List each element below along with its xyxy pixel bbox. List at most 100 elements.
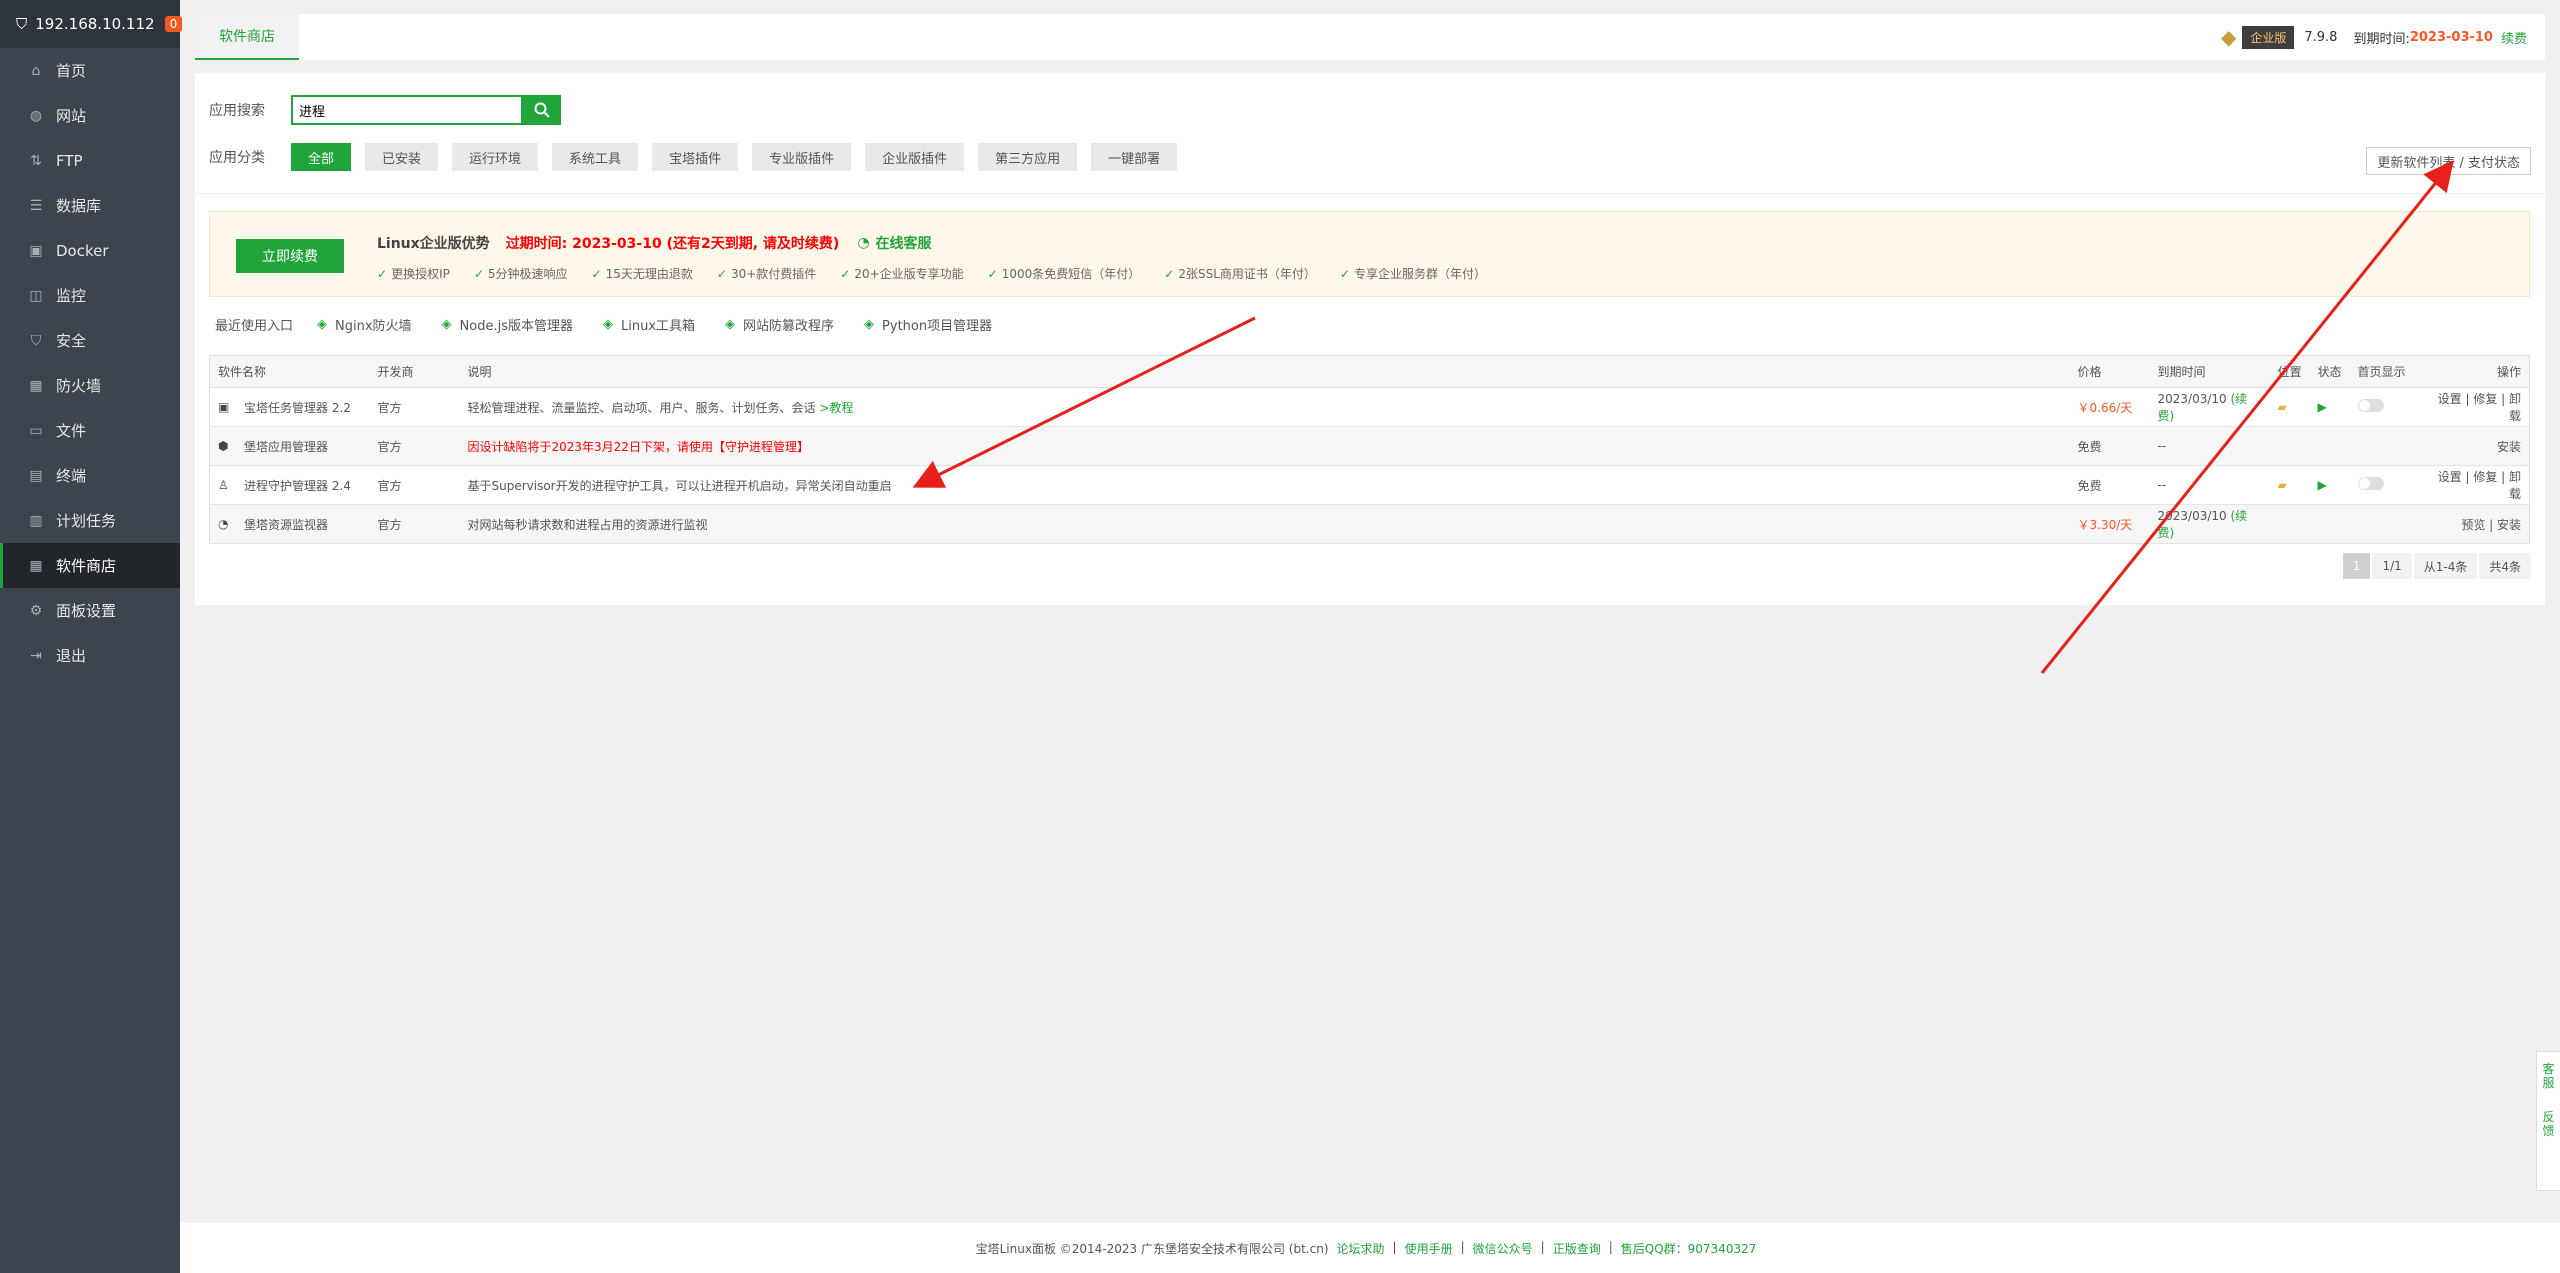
tutorial-link[interactable]: >教程 [819, 401, 853, 415]
table-row: ♙ 进程守护管理器 2.4 官方 基于Supervisor开发的进程守护工具，可以让进… [209, 465, 2530, 505]
home-icon: ⌂ [31, 62, 41, 79]
category-tab[interactable]: 运行环境 [452, 143, 539, 171]
column-header: 开发商 [369, 355, 460, 388]
sidebar-item-label: 数据库 [56, 197, 102, 215]
recent-entry[interactable]: ◈ Python项目管理器 [864, 315, 992, 334]
column-header: 软件名称 [209, 355, 370, 388]
vendor: 官方 [377, 439, 402, 454]
sidebar-item-3[interactable]: ☰ 数据库 [0, 183, 180, 228]
separator: | [1608, 1239, 1613, 1254]
software-name-cell[interactable]: ♙ 进程守护管理器 2.4 [218, 477, 362, 494]
sidebar-item-label: 防火墙 [56, 377, 102, 395]
footer-link[interactable]: 微信公众号 [1473, 1240, 1533, 1257]
row-actions[interactable]: 设置 | 修复 | 卸载 [2438, 470, 2521, 501]
search-button[interactable] [523, 95, 561, 125]
main-area: 软件商店 ◆ 企业版 7.9.8 到期时间: 2023-03-10 续费 应用搜… [180, 0, 2560, 1273]
homepage-toggle[interactable] [2357, 399, 2384, 412]
vendor: 官方 [377, 478, 402, 493]
sidebar-item-1[interactable]: ◍ 网站 [0, 93, 180, 138]
online-service-link[interactable]: 在线客服 [876, 233, 932, 253]
sidebar-item-4[interactable]: ▣ Docker [0, 228, 180, 273]
category-tab[interactable]: 专业版插件 [752, 143, 852, 171]
recent-entry-label: 网站防篡改程序 [743, 319, 835, 334]
category-tab[interactable]: 第三方应用 [978, 143, 1078, 171]
sidebar-item-10[interactable]: ▥ 计划任务 [0, 498, 180, 543]
sidebar: ⛉ 192.168.10.112 0 ⌂ 首页 ◍ 网站 ⇅ FTP ☰ 数据库 ▣ Docker… [0, 0, 183, 1273]
sidebar-item-6[interactable]: ⛉ 安全 [0, 318, 180, 363]
software-name-cell[interactable]: ⬢ 堡塔应用管理器 [218, 438, 362, 455]
category-tab[interactable]: 系统工具 [552, 143, 639, 171]
promo-feature: 2张SSL商用证书（年付） [1164, 265, 1316, 282]
sidebar-item-2[interactable]: ⇅ FTP [0, 138, 180, 183]
sidebar-item-7[interactable]: ▦ 防火墙 [0, 363, 180, 408]
recent-entry[interactable]: ◈ Node.js版本管理器 [442, 315, 573, 334]
store-panel: 应用搜索 应用分类 全部已安装运行环境系统工具宝塔插件专业版插件企业版插件第三方… [195, 73, 2545, 605]
firewall-icon: ▦ [29, 377, 43, 394]
column-header: 首页显示 [2349, 355, 2430, 388]
search-input[interactable] [291, 95, 523, 125]
sidebar-item-0[interactable]: ⌂ 首页 [0, 48, 180, 93]
sidebar-item-label: 首页 [56, 62, 87, 80]
column-header: 位置 [2269, 355, 2310, 388]
search-icon [534, 102, 550, 118]
homepage-toggle[interactable] [2357, 477, 2384, 490]
sidebar-item-9[interactable]: ▤ 终端 [0, 453, 180, 498]
sidebar-item-5[interactable]: ◫ 监控 [0, 273, 180, 318]
recent-entry[interactable]: ◈ Nginx防火墙 [317, 315, 412, 334]
renew-now-button[interactable]: 立即续费 [236, 239, 344, 273]
price: ￥0.66/天 [2077, 400, 2133, 415]
footer-link[interactable]: 正版查询 [1553, 1240, 1601, 1257]
server-header[interactable]: ⛉ 192.168.10.112 0 [0, 0, 183, 48]
recent-entry[interactable]: ◈ 网站防篡改程序 [725, 315, 834, 334]
folder-icon[interactable]: ▰ [2278, 478, 2287, 492]
software-name-cell[interactable]: ◔ 堡塔资源监视器 [218, 516, 362, 533]
folder-icon[interactable]: ▰ [2278, 400, 2287, 414]
category-tab[interactable]: 企业版插件 [865, 143, 965, 171]
row-actions[interactable]: 安装 [2497, 440, 2521, 454]
footer: 宝塔Linux面板 ©2014-2023 广东堡塔安全技术有限公司 (bt.cn… [180, 1223, 2560, 1273]
row-actions[interactable]: 预览 | 安装 [2461, 518, 2521, 532]
sidebar-item-13[interactable]: ⇥ 退出 [0, 633, 180, 678]
category-tab[interactable]: 一键部署 [1091, 143, 1178, 171]
row-actions[interactable]: 设置 | 修复 | 卸载 [2438, 392, 2521, 423]
recent-entry-label: Node.js版本管理器 [459, 319, 573, 334]
footer-link[interactable]: 使用手册 [1405, 1240, 1453, 1257]
play-icon[interactable]: ▶ [2318, 400, 2327, 414]
price: 免费 [2077, 478, 2102, 493]
footer-link[interactable]: 论坛求助 [1337, 1240, 1385, 1257]
expire-time: 2023/03/10 [2157, 392, 2227, 406]
description: 对网站每秒请求数和进程占用的资源进行监视 [467, 517, 708, 532]
pagination: 1 1/1 从1-4条 共4条 [2341, 553, 2531, 579]
vendor: 官方 [377, 517, 402, 532]
update-list-button[interactable]: 更新软件列表 / 支付状态 [2366, 147, 2531, 175]
column-header: 价格 [2069, 355, 2150, 388]
page-count: 1/1 [2372, 553, 2412, 579]
category-tab[interactable]: 已安装 [365, 143, 439, 171]
play-icon[interactable]: ▶ [2318, 478, 2327, 492]
sidebar-item-label: FTP [56, 151, 83, 170]
calendar-icon: ▥ [29, 512, 43, 529]
software-name: 堡塔资源监视器 [244, 517, 329, 532]
software-name: 进程守护管理器 2.4 [244, 478, 351, 493]
sidebar-item-label: 软件商店 [56, 557, 117, 575]
vendor: 官方 [377, 400, 402, 415]
category-tab[interactable]: 宝塔插件 [652, 143, 739, 171]
description: 基于Supervisor开发的进程守护工具，可以让进程开机启动，异常关闭自动重启 [467, 478, 892, 493]
logout-icon: ⇥ [30, 647, 42, 664]
sidebar-item-8[interactable]: ▭ 文件 [0, 408, 180, 453]
category-tab[interactable]: 全部 [291, 143, 352, 171]
sidebar-item-11[interactable]: ▦ 软件商店 [0, 543, 180, 588]
feedback-float[interactable]: 反馈 [2542, 1110, 2556, 1138]
page-current[interactable]: 1 [2342, 553, 2371, 579]
software-name-cell[interactable]: ▣ 宝塔任务管理器 2.2 [218, 399, 362, 416]
recent-entry[interactable]: ◈ Linux工具箱 [603, 315, 695, 334]
service-float[interactable]: 客服 [2542, 1062, 2556, 1090]
tab-software-store[interactable]: 软件商店 [195, 14, 299, 60]
promo-feature: 20+企业版专享功能 [840, 265, 963, 282]
expire-time: -- [2157, 439, 2167, 453]
renew-link[interactable]: 续费 [2501, 28, 2527, 47]
column-header: 状态 [2309, 355, 2350, 388]
license-info: ◆ 企业版 7.9.8 到期时间: 2023-03-10 续费 [2221, 25, 2545, 49]
sidebar-item-12[interactable]: ⚙ 面板设置 [0, 588, 180, 633]
recent-entries: 最近使用入口 ◈ Nginx防火墙 ◈ Node.js版本管理器 ◈ Linux工具箱 ◈ 网… [215, 315, 1022, 334]
